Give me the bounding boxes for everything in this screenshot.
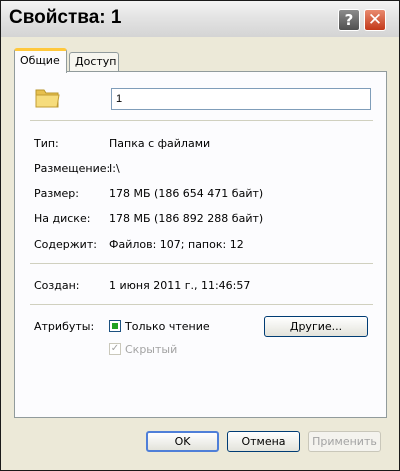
- tab-access[interactable]: Доступ: [69, 52, 119, 71]
- cancel-button[interactable]: Отмена: [227, 431, 300, 452]
- size-value: 178 МБ (186 654 471 байт): [109, 187, 264, 200]
- readonly-checkbox[interactable]: [109, 320, 121, 332]
- folder-icon: [35, 89, 60, 108]
- general-tab-panel: Тип: Папка с файлами Размещение: I:\ Раз…: [14, 71, 387, 418]
- contains-label: Содержит:: [34, 238, 97, 251]
- separator: [30, 304, 373, 305]
- tab-general[interactable]: Общие: [14, 48, 67, 73]
- properties-dialog: Свойства: 1 ? ✕ Общие Доступ Тип: Папка …: [0, 0, 400, 471]
- separator: [30, 120, 373, 121]
- location-value: I:\: [109, 162, 120, 175]
- created-value: 1 июня 2011 г., 11:46:57: [109, 279, 251, 292]
- created-label: Создан:: [34, 279, 80, 292]
- title-bar[interactable]: Свойства: 1 ? ✕: [1, 1, 399, 37]
- hidden-label: Скрытый: [125, 343, 178, 356]
- location-label: Размещение:: [34, 162, 111, 175]
- window-title: Свойства: 1: [9, 7, 122, 28]
- close-icon[interactable]: ✕: [364, 9, 386, 31]
- help-icon[interactable]: ?: [338, 9, 360, 31]
- size-label: Размер:: [34, 187, 79, 200]
- hidden-checkbox[interactable]: ✓: [109, 343, 121, 355]
- attributes-label: Атрибуты:: [34, 320, 95, 333]
- apply-button[interactable]: Применить: [308, 431, 381, 452]
- size-on-disk-label: На диске:: [34, 212, 91, 225]
- ok-button[interactable]: OK: [146, 431, 219, 452]
- type-label: Тип:: [34, 137, 59, 150]
- readonly-label: Только чтение: [125, 320, 210, 333]
- other-attributes-button[interactable]: Другие...: [264, 316, 368, 337]
- type-value: Папка с файлами: [109, 137, 211, 150]
- contains-value: Файлов: 107; папок: 12: [109, 238, 244, 251]
- separator: [30, 263, 373, 264]
- size-on-disk-value: 178 МБ (186 892 288 байт): [109, 212, 264, 225]
- folder-name-field[interactable]: [111, 88, 371, 110]
